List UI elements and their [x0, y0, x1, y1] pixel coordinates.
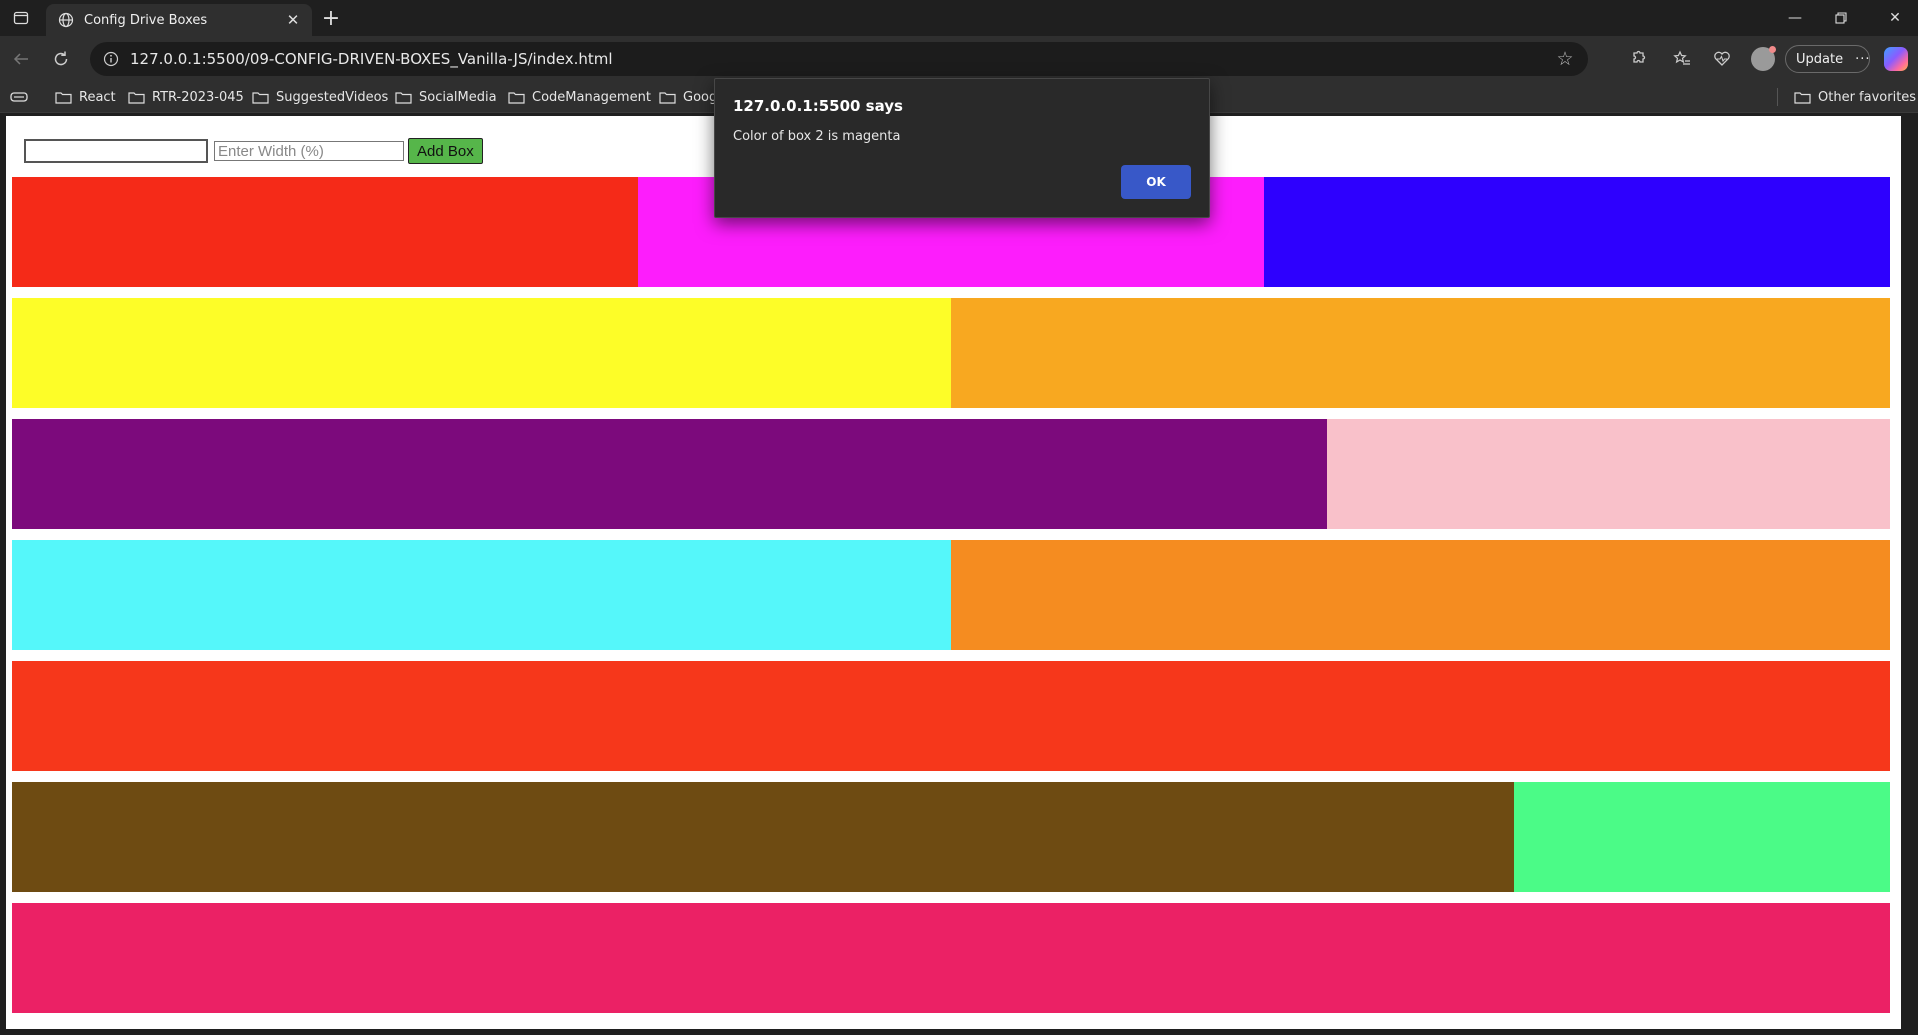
- color-box[interactable]: [1263, 177, 1890, 287]
- new-tab-icon[interactable]: +: [318, 6, 344, 31]
- copilot-icon[interactable]: [1884, 47, 1908, 71]
- tab-strip: Config Drive Boxes ✕ + — ✕: [0, 0, 1918, 36]
- color-box[interactable]: [12, 540, 951, 650]
- browser-toolbar: 127.0.0.1:5500/09-CONFIG-DRIVEN-BOXES_Va…: [0, 36, 1918, 82]
- url-text: 127.0.0.1:5500/09-CONFIG-DRIVEN-BOXES_Va…: [130, 50, 613, 68]
- add-box-button[interactable]: Add Box: [408, 138, 483, 164]
- browser-tab[interactable]: Config Drive Boxes ✕: [46, 4, 312, 36]
- box-rows: [12, 177, 1890, 1024]
- collections-icon[interactable]: [10, 86, 28, 108]
- folder-icon: [508, 91, 525, 104]
- close-tab-icon[interactable]: ✕: [282, 9, 304, 31]
- other-favorites-label: Other favorites: [1818, 89, 1917, 105]
- other-favorites[interactable]: Other favorites: [1794, 86, 1916, 108]
- color-box[interactable]: [12, 661, 1890, 771]
- color-box[interactable]: [951, 540, 1890, 650]
- minimize-icon[interactable]: —: [1772, 0, 1818, 36]
- width-input[interactable]: [214, 141, 404, 161]
- color-box[interactable]: [1326, 419, 1890, 529]
- globe-icon: [56, 10, 76, 30]
- restore-icon[interactable]: [1818, 0, 1864, 36]
- favorite-star-icon[interactable]: ☆: [1554, 48, 1576, 70]
- extensions-icon[interactable]: [1623, 45, 1651, 73]
- folder-icon: [128, 91, 145, 104]
- back-icon[interactable]: [6, 44, 36, 74]
- favorite-label: React: [79, 89, 116, 105]
- dialog-heading: 127.0.0.1:5500 says: [733, 97, 903, 115]
- favorite-folder-rtr[interactable]: RTR-2023-045: [128, 86, 244, 108]
- update-label: Update: [1796, 51, 1844, 67]
- favorite-label: Goog: [683, 89, 718, 105]
- tab-actions-icon[interactable]: [8, 6, 34, 30]
- box-row: [12, 782, 1890, 892]
- dialog-message: Color of box 2 is magenta: [733, 129, 901, 144]
- box-row: [12, 419, 1890, 529]
- alert-dialog: 127.0.0.1:5500 says Color of box 2 is ma…: [714, 78, 1210, 218]
- favorite-label: RTR-2023-045: [152, 89, 244, 105]
- favorite-folder-goog[interactable]: Goog: [659, 86, 717, 108]
- box-row: [12, 298, 1890, 408]
- tab-title: Config Drive Boxes: [84, 12, 208, 28]
- folder-icon: [1794, 91, 1811, 104]
- favorite-folder-react[interactable]: React: [55, 86, 116, 108]
- favorite-folder-code-management[interactable]: CodeManagement: [508, 86, 651, 108]
- page-viewport: Add Box ▲ ▼: [6, 116, 1901, 1029]
- folder-icon: [252, 91, 269, 104]
- box-controls: Add Box: [24, 137, 483, 165]
- color-box[interactable]: [12, 177, 638, 287]
- favorite-label: CodeManagement: [532, 89, 651, 105]
- favorite-folder-social-media[interactable]: SocialMedia: [395, 86, 497, 108]
- folder-icon: [55, 91, 72, 104]
- color-box[interactable]: [12, 782, 1515, 892]
- profile-avatar[interactable]: [1751, 46, 1776, 71]
- more-menu-icon[interactable]: ···: [1855, 52, 1870, 67]
- box-row: [12, 661, 1890, 771]
- close-window-icon[interactable]: ✕: [1872, 0, 1918, 36]
- favorites-divider: [1777, 88, 1778, 106]
- favorite-folder-suggested-videos[interactable]: SuggestedVideos: [252, 86, 388, 108]
- box-row: [12, 540, 1890, 650]
- color-box[interactable]: [12, 903, 1890, 1013]
- color-box[interactable]: [12, 298, 951, 408]
- color-box[interactable]: [951, 298, 1890, 408]
- notification-dot: [1769, 46, 1776, 53]
- favorites-list-icon[interactable]: [1668, 45, 1696, 73]
- folder-icon: [659, 91, 676, 104]
- refresh-icon[interactable]: [46, 44, 76, 74]
- favorite-label: SocialMedia: [419, 89, 497, 105]
- color-box[interactable]: [12, 419, 1327, 529]
- address-bar[interactable]: 127.0.0.1:5500/09-CONFIG-DRIVEN-BOXES_Va…: [90, 42, 1588, 76]
- browser-essentials-icon[interactable]: [1708, 45, 1736, 73]
- box-row: [12, 903, 1890, 1013]
- color-input[interactable]: [24, 139, 208, 163]
- color-box[interactable]: [1514, 782, 1890, 892]
- site-info-icon[interactable]: [102, 50, 120, 68]
- favorite-label: SuggestedVideos: [276, 89, 389, 105]
- ok-button[interactable]: OK: [1121, 165, 1191, 199]
- update-button[interactable]: Update ···: [1785, 45, 1870, 73]
- folder-icon: [395, 91, 412, 104]
